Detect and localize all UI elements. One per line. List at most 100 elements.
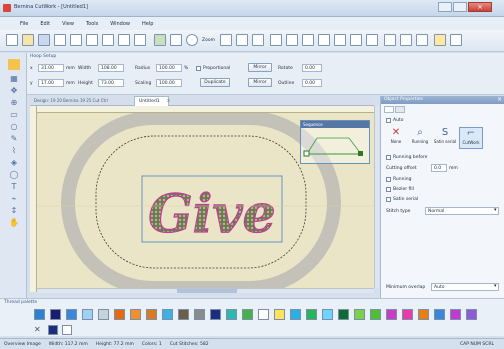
running-checkbox[interactable] <box>386 177 391 182</box>
no-color-icon[interactable]: ✕ <box>34 325 44 335</box>
color-swatch[interactable] <box>162 309 173 320</box>
horizontal-scroll-thumb[interactable] <box>177 289 237 293</box>
current-color-swatch[interactable] <box>48 325 58 335</box>
min-overlap-dropdown-icon[interactable]: ▾ <box>494 283 497 289</box>
y-input[interactable]: 17.00 <box>38 79 64 87</box>
min-overlap-select[interactable]: Auto <box>431 283 499 291</box>
rect-tool-icon[interactable]: ▭ <box>8 109 20 120</box>
color-swatch[interactable] <box>98 309 109 320</box>
color-swatch[interactable] <box>130 309 141 320</box>
design-canvas[interactable]: Give Sequence <box>30 106 374 292</box>
menu-view[interactable]: View <box>62 21 74 27</box>
color-swatch[interactable] <box>258 309 269 320</box>
mirror-v-button[interactable]: Mirror <box>248 78 272 87</box>
menu-file[interactable]: File <box>20 21 28 27</box>
print-icon[interactable] <box>54 34 66 46</box>
distribute-icon[interactable] <box>366 34 378 46</box>
zoom-out-icon[interactable] <box>236 34 248 46</box>
cutwork-tool[interactable]: ⌐ CutWork <box>459 127 483 149</box>
panel-close-icon[interactable]: × <box>497 96 502 103</box>
rotate-input[interactable]: 0.00 <box>302 64 322 72</box>
satin-serial-tool[interactable]: S Satin serial <box>433 127 457 149</box>
bezier-tool-icon[interactable]: ⌇ <box>8 145 20 156</box>
sequence-widget[interactable]: Sequence <box>300 120 370 164</box>
menu-tools[interactable]: Tools <box>86 21 98 27</box>
copy-icon[interactable] <box>86 34 98 46</box>
pen-tool-icon[interactable] <box>434 34 446 46</box>
undo-icon[interactable] <box>118 34 130 46</box>
app-icon[interactable] <box>3 4 11 12</box>
menu-edit[interactable]: Edit <box>40 21 50 27</box>
color-swatch[interactable] <box>450 309 461 320</box>
color-swatch[interactable] <box>402 309 413 320</box>
zoom-tool-icon[interactable]: ⊕ <box>8 97 20 108</box>
color-swatch[interactable] <box>370 309 381 320</box>
zoom-in-icon[interactable] <box>220 34 232 46</box>
color-swatch[interactable] <box>82 309 93 320</box>
color-swatch[interactable] <box>178 309 189 320</box>
prop-tab-2[interactable] <box>395 106 405 113</box>
width-input[interactable]: 108.00 <box>98 64 124 72</box>
align-right-icon[interactable] <box>302 34 314 46</box>
none-tool[interactable]: ✕ None <box>385 127 407 149</box>
color-swatch[interactable] <box>466 309 477 320</box>
text-tool-icon[interactable]: T <box>8 181 20 192</box>
align-center-icon[interactable] <box>286 34 298 46</box>
fill-tool-icon[interactable]: ◈ <box>8 157 20 168</box>
cut-icon[interactable] <box>70 34 82 46</box>
color-swatch[interactable] <box>434 309 445 320</box>
menu-help[interactable]: Help <box>142 21 153 27</box>
new-icon[interactable] <box>6 34 18 46</box>
color-swatch[interactable] <box>50 309 61 320</box>
pencil-tool-icon[interactable]: ✎ <box>8 133 20 144</box>
close-button[interactable]: × <box>468 2 492 12</box>
circle-icon[interactable] <box>186 34 198 46</box>
color-swatch[interactable] <box>210 309 221 320</box>
paste-icon[interactable] <box>102 34 114 46</box>
proportional-checkbox[interactable] <box>196 66 201 71</box>
color-swatch[interactable] <box>114 309 125 320</box>
color-swatch[interactable] <box>66 309 77 320</box>
color-swatch[interactable] <box>146 309 157 320</box>
horizontal-scrollbar[interactable] <box>37 288 374 293</box>
scaling-input[interactable]: 100.00 <box>156 79 182 87</box>
mirror-h-button[interactable]: Mirror <box>248 63 272 72</box>
hoop-icon[interactable] <box>154 34 166 46</box>
tab-close-icon[interactable]: x <box>167 98 170 104</box>
ungroup-icon[interactable] <box>400 34 412 46</box>
node-tool-icon[interactable]: ▦ <box>8 73 20 84</box>
prop-tab-1[interactable] <box>384 106 394 113</box>
menu-window[interactable]: Window <box>110 21 130 27</box>
duplicate-button[interactable]: Duplicate <box>200 78 230 87</box>
select-icon[interactable] <box>170 34 182 46</box>
open-icon[interactable] <box>22 34 34 46</box>
measure-tool-icon[interactable]: ↕ <box>8 205 20 216</box>
redo-icon[interactable] <box>134 34 146 46</box>
align-bottom-icon[interactable] <box>350 34 362 46</box>
color-swatch[interactable] <box>386 309 397 320</box>
running-before-checkbox[interactable] <box>386 155 391 160</box>
bezier-fill-checkbox[interactable] <box>386 187 391 192</box>
color-swatch[interactable] <box>242 309 253 320</box>
align-left-icon[interactable] <box>270 34 282 46</box>
color-swatch[interactable] <box>226 309 237 320</box>
color-swatch[interactable] <box>290 309 301 320</box>
tab-untitled1[interactable]: Untitled1 <box>134 96 169 106</box>
color-swatch[interactable] <box>354 309 365 320</box>
ellipse-tool-icon[interactable]: ○ <box>8 121 20 132</box>
radius-input[interactable]: 100.00 <box>156 64 182 72</box>
move-tool-icon[interactable]: ✥ <box>8 85 20 96</box>
color-picker-icon[interactable] <box>62 325 72 335</box>
knife-tool-icon[interactable]: ⌁ <box>8 193 20 204</box>
color-swatch[interactable] <box>34 309 45 320</box>
satin-serial-checkbox[interactable] <box>386 197 391 202</box>
color-swatch[interactable] <box>194 309 205 320</box>
line-tool-icon[interactable] <box>450 34 462 46</box>
maximize-button[interactable] <box>453 2 467 12</box>
minimize-button[interactable] <box>438 2 452 12</box>
color-swatch[interactable] <box>418 309 429 320</box>
shape-tool-icon[interactable]: ◯ <box>8 169 20 180</box>
color-swatch[interactable] <box>274 309 285 320</box>
align-top-icon[interactable] <box>318 34 330 46</box>
align-middle-icon[interactable] <box>334 34 346 46</box>
